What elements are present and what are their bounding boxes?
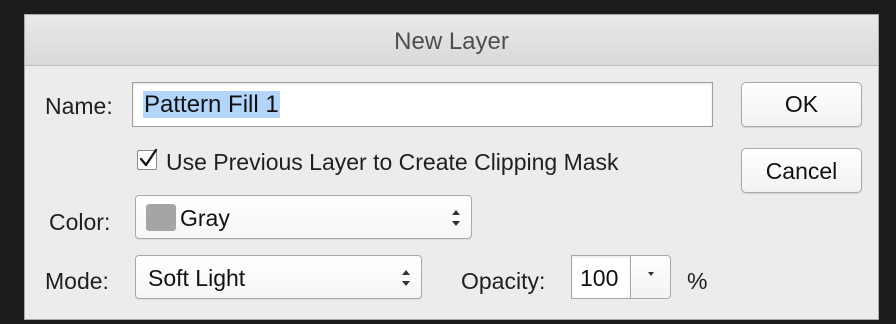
up-down-arrows-icon xyxy=(452,210,460,226)
cancel-button[interactable]: Cancel xyxy=(741,148,862,193)
color-select-value: Gray xyxy=(180,205,230,231)
name-label: Name: xyxy=(45,93,113,119)
name-input-value: Pattern Fill 1 xyxy=(143,91,280,118)
mode-select-value: Soft Light xyxy=(148,265,246,291)
mode-select[interactable]: Soft Light xyxy=(135,255,422,299)
clipping-mask-label[interactable]: Use Previous Layer to Create Clipping Ma… xyxy=(166,149,619,176)
color-swatch xyxy=(146,204,176,231)
opacity-input[interactable]: 100 xyxy=(571,255,631,299)
opacity-label: Opacity: xyxy=(461,268,546,294)
name-input[interactable]: Pattern Fill 1 xyxy=(132,82,713,127)
opacity-unit: % xyxy=(687,268,708,294)
new-layer-dialog: New Layer Name: Pattern Fill 1 OK Cancel… xyxy=(24,14,879,320)
opacity-slider-button[interactable] xyxy=(631,255,671,299)
checkmark-icon xyxy=(139,148,158,167)
mode-label: Mode: xyxy=(45,268,109,294)
ok-button[interactable]: OK xyxy=(741,82,862,127)
dialog-title: New Layer xyxy=(394,28,509,55)
up-down-arrows-icon xyxy=(402,270,410,286)
clipping-mask-checkbox[interactable] xyxy=(137,148,158,170)
opacity-input-value: 100 xyxy=(580,265,619,291)
small-dropdown-arrow-icon xyxy=(648,272,654,276)
color-select[interactable]: Gray xyxy=(135,195,472,239)
color-label: Color: xyxy=(49,209,111,235)
dialog-titlebar[interactable]: New Layer xyxy=(25,15,878,66)
